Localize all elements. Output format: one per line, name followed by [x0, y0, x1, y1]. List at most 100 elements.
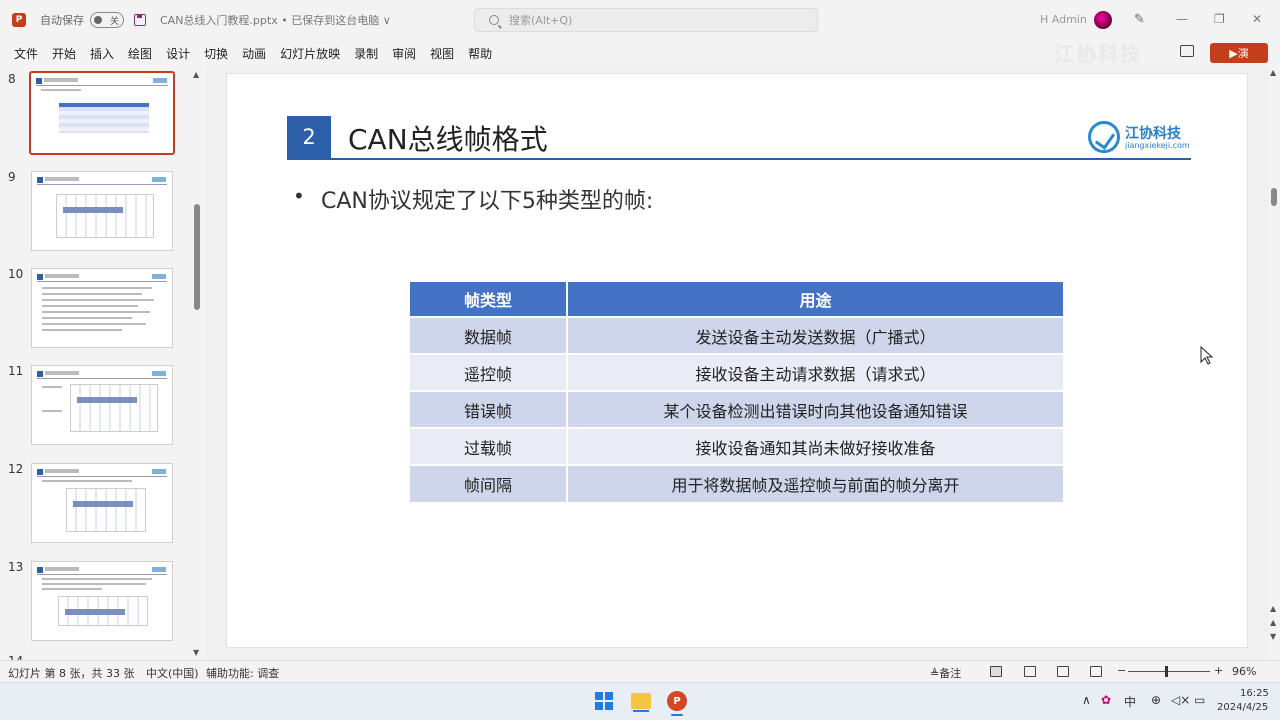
powerpoint-taskbar-icon[interactable]: P [667, 691, 687, 716]
tab-animations[interactable]: 动画 [242, 45, 266, 62]
thumbnail-slide-9[interactable] [31, 171, 173, 251]
slide-scrollbar[interactable]: ▲ ▲ ▲ ▼ [1268, 66, 1280, 660]
tab-transitions[interactable]: 切换 [204, 45, 228, 62]
table-header-cell[interactable]: 帧类型 [410, 282, 568, 317]
table-cell[interactable]: 数据帧 [410, 316, 568, 354]
bullet-icon: • [293, 184, 305, 208]
zoom-level[interactable]: 96% [1232, 665, 1256, 678]
autosave-label: 自动保存 [40, 14, 84, 27]
search-input[interactable]: 搜索(Alt+Q) [474, 8, 818, 32]
slide-sorter-icon[interactable] [1024, 666, 1036, 677]
table-cell[interactable]: 用于将数据帧及遥控帧与前面的帧分离开 [567, 464, 1065, 502]
slide-thumbnail-pane: 8 9 10 11 12 13 [0, 66, 205, 660]
table-row: 遥控帧 接收设备主动请求数据（请求式） [410, 353, 1065, 391]
status-bar: 幻灯片 第 8 张，共 33 张 中文(中国) 辅助功能: 调查 ≜备注 − +… [0, 660, 1280, 682]
thumbnail-number: 11 [8, 364, 24, 378]
tab-draw[interactable]: 绘图 [128, 45, 152, 62]
tab-help[interactable]: 帮助 [468, 45, 492, 62]
table-cell[interactable]: 过载帧 [410, 427, 568, 465]
pen-icon[interactable]: ✎ [1134, 12, 1145, 27]
section-number-badge: 2 [287, 116, 331, 158]
table-header-row: 帧类型 用途 [410, 282, 1065, 317]
present-button[interactable]: ▶演 [1210, 43, 1268, 63]
brand-watermark: 江协科技 [1054, 42, 1142, 66]
table-cell[interactable]: 帧间隔 [410, 464, 568, 502]
tray-app-icon[interactable]: ✿ [1101, 693, 1111, 707]
table-row: 过载帧 接收设备通知其尚未做好接收准备 [410, 427, 1065, 465]
accessibility-status[interactable]: 辅助功能: 调查 [206, 665, 279, 681]
table-cell[interactable]: 发送设备主动发送数据（广播式） [567, 316, 1065, 354]
normal-view-icon[interactable] [990, 666, 1002, 677]
restore-button[interactable]: ❐ [1214, 12, 1225, 26]
slide-count-status: 幻灯片 第 8 张，共 33 张 [8, 667, 135, 680]
tab-home[interactable]: 开始 [52, 45, 76, 62]
thumbnail-scroll-thumb[interactable] [194, 204, 200, 310]
table-cell[interactable]: 遥控帧 [410, 353, 568, 391]
tab-design[interactable]: 设计 [166, 45, 190, 62]
slideshow-view-icon[interactable] [1090, 666, 1102, 677]
table-header-cell[interactable]: 用途 [567, 282, 1065, 317]
slide-scroll-thumb[interactable] [1271, 188, 1277, 206]
thumbnail-slide-10[interactable] [31, 268, 173, 348]
slide-title[interactable]: CAN总线帧格式 [348, 118, 548, 158]
slide-canvas[interactable]: 2 CAN总线帧格式 江协科技 jiangxiekeji.com • CAN协议… [226, 73, 1248, 648]
thumbnail-slide-12[interactable] [31, 463, 173, 543]
clock-time[interactable]: 16:25 [1240, 688, 1269, 699]
thumbnail-number: 13 [8, 560, 24, 574]
tab-record[interactable]: 录制 [354, 45, 378, 62]
table-cell[interactable]: 错误帧 [410, 390, 568, 428]
thumbnail-number: 8 [8, 72, 16, 86]
zoom-in-button[interactable]: + [1214, 664, 1223, 677]
battery-icon[interactable]: ▭ [1194, 693, 1205, 707]
table-row: 帧间隔 用于将数据帧及遥控帧与前面的帧分离开 [410, 464, 1065, 502]
minimize-button[interactable]: — [1176, 12, 1188, 26]
document-title[interactable]: CAN总线入门教程.pptx • 已保存到这台电脑 ∨ [160, 12, 391, 28]
table-row: 数据帧 发送设备主动发送数据（广播式） [410, 316, 1065, 354]
zoom-slider[interactable] [1128, 671, 1210, 672]
search-placeholder: 搜索(Alt+Q) [509, 14, 573, 27]
notes-button[interactable]: ≜备注 [930, 665, 961, 681]
table-cell[interactable]: 接收设备通知其尚未做好接收准备 [567, 427, 1065, 465]
thumbnail-number: 9 [8, 170, 16, 184]
logo-url-text: jiangxiekeji.com [1125, 141, 1190, 150]
reading-view-icon[interactable] [1057, 666, 1069, 677]
language-status[interactable]: 中文(中国) [146, 665, 199, 681]
tab-slideshow[interactable]: 幻灯片放映 [280, 45, 340, 62]
table-cell[interactable]: 某个设备检测出错误时向其他设备通知错误 [567, 390, 1065, 428]
frame-type-table[interactable]: 帧类型 用途 数据帧 发送设备主动发送数据（广播式） 遥控帧 接收设备主动请求数… [410, 282, 1065, 502]
thumbnail-slide-8[interactable] [29, 71, 175, 155]
tab-view[interactable]: 视图 [430, 45, 454, 62]
windows-start-icon[interactable] [595, 692, 613, 710]
thumbnail-slide-11[interactable] [31, 365, 173, 445]
title-underline [287, 158, 1191, 160]
network-icon[interactable]: ⊕ [1151, 693, 1161, 707]
zoom-slider-thumb[interactable] [1165, 666, 1168, 677]
tab-insert[interactable]: 插入 [90, 45, 114, 62]
thumbnail-slide-13[interactable] [31, 561, 173, 641]
search-icon [489, 15, 499, 25]
autosave-toggle[interactable]: 关 [90, 12, 124, 28]
bullet-text[interactable]: CAN协议规定了以下5种类型的帧: [321, 183, 653, 215]
thumbnail-scrollbar[interactable]: ▲ ▼ [193, 70, 200, 657]
file-explorer-icon[interactable] [631, 693, 651, 712]
volume-icon[interactable]: ◁× [1171, 693, 1190, 707]
logo-chinese-text: 江协科技 [1125, 126, 1181, 142]
close-button[interactable]: ✕ [1252, 12, 1262, 26]
user-name[interactable]: H Admin [1040, 13, 1087, 26]
tab-file[interactable]: 文件 [14, 45, 38, 62]
tray-overflow-icon[interactable]: ∧ [1082, 693, 1091, 707]
tab-review[interactable]: 审阅 [392, 45, 416, 62]
jiangxie-logo-icon [1088, 121, 1120, 153]
zoom-out-button[interactable]: − [1117, 664, 1126, 677]
taskbar: P ∧ ✿ 中 ⊕ ◁× ▭ 16:25 2024/4/25 [0, 682, 1280, 720]
comment-icon[interactable] [1180, 45, 1194, 57]
avatar[interactable] [1094, 11, 1112, 29]
table-cell[interactable]: 接收设备主动请求数据（请求式） [567, 353, 1065, 391]
save-icon[interactable] [134, 14, 146, 26]
table-row: 错误帧 某个设备检测出错误时向其他设备通知错误 [410, 390, 1065, 428]
mouse-cursor-icon [1200, 346, 1214, 365]
thumbnail-number: 12 [8, 462, 24, 476]
ime-indicator[interactable]: 中 [1124, 693, 1136, 710]
clock-date[interactable]: 2024/4/25 [1217, 702, 1268, 713]
powerpoint-logo-icon: P [12, 13, 26, 27]
